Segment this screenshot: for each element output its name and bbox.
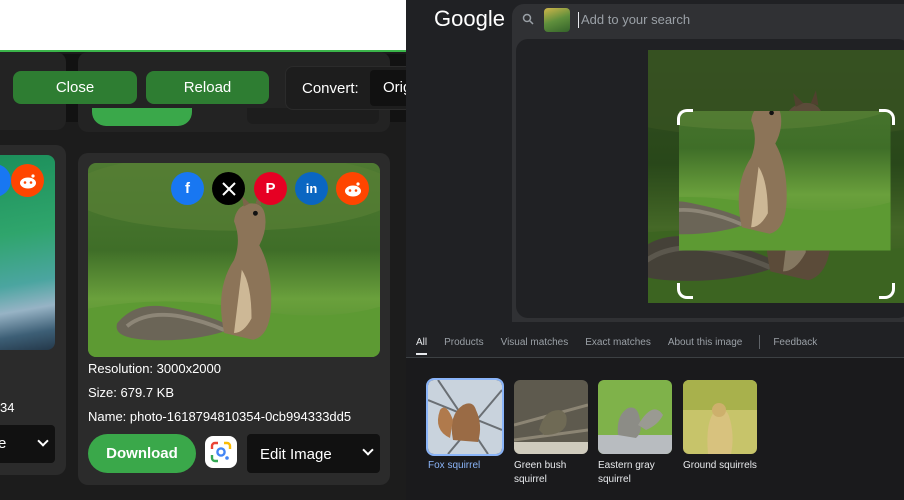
- pinterest-share-icon[interactable]: P: [254, 172, 287, 205]
- edit-image-select[interactable]: Edit Image: [247, 434, 380, 473]
- convert-select[interactable]: Orig: [370, 70, 406, 106]
- google-lens-icon: [210, 441, 232, 463]
- match-thumbnail: [426, 378, 504, 456]
- image-size: Size: 679.7 KB: [88, 385, 174, 400]
- tab-products[interactable]: Products: [444, 337, 483, 348]
- left-card-info: 34: [0, 400, 15, 415]
- image-name: Name: photo-1618794810354-0cb994333dd5: [88, 409, 352, 424]
- search-input[interactable]: Add to your search: [578, 12, 690, 28]
- results-tabs: All Products Visual matches Exact matche…: [416, 332, 834, 355]
- match-label: Green bush squirrel: [514, 460, 567, 485]
- match-thumbnail: [514, 380, 588, 454]
- tab-all[interactable]: All: [416, 337, 428, 355]
- google-logo[interactable]: Google: [434, 6, 505, 32]
- previous-edit-select[interactable]: [247, 108, 379, 124]
- header-area: [0, 0, 406, 52]
- chevron-down-icon: [37, 435, 49, 447]
- facebook-share-icon[interactable]: f: [171, 172, 204, 205]
- match-item-green-bush-squirrel[interactable]: Green bush squirrel: [514, 380, 588, 487]
- match-item-eastern-gray-squirrel[interactable]: Eastern gray squirrel: [598, 380, 672, 487]
- x-share-icon[interactable]: [212, 172, 245, 205]
- tab-exact-matches[interactable]: Exact matches: [585, 337, 651, 348]
- match-item-fox-squirrel[interactable]: Fox squirrel: [426, 378, 504, 473]
- tab-visual-matches[interactable]: Visual matches: [501, 337, 569, 348]
- convert-label: Convert:: [302, 80, 359, 97]
- match-label: Eastern gray squirrel: [598, 460, 655, 485]
- download-button[interactable]: Download: [88, 434, 196, 473]
- gallery-panel: Close Reload Convert: Orig f 34 e f P in…: [0, 0, 406, 500]
- search-image-thumbnail[interactable]: [544, 8, 570, 32]
- tab-divider: [759, 335, 761, 349]
- match-thumbnail: [598, 380, 672, 454]
- match-item-ground-squirrels[interactable]: Ground squirrels: [683, 380, 757, 473]
- left-card-select[interactable]: e: [0, 425, 55, 463]
- image-resolution: Resolution: 3000x2000: [88, 361, 221, 376]
- left-select-value: e: [0, 435, 7, 452]
- match-label: Fox squirrel: [428, 460, 481, 471]
- tab-about-this-image[interactable]: About this image: [668, 337, 743, 348]
- close-button[interactable]: Close: [13, 71, 137, 104]
- tab-feedback[interactable]: Feedback: [773, 337, 817, 348]
- reddit-share-icon[interactable]: [336, 172, 369, 205]
- reload-button[interactable]: Reload: [146, 71, 269, 104]
- google-lens-button[interactable]: [205, 436, 237, 468]
- chevron-down-icon: [362, 444, 374, 456]
- crop-handle-top-left[interactable]: [677, 109, 693, 125]
- reddit-share-icon-left[interactable]: [11, 164, 44, 197]
- edit-select-value: Edit Image: [260, 446, 332, 463]
- search-bar[interactable]: [512, 4, 904, 36]
- search-icon[interactable]: [522, 13, 534, 25]
- match-thumbnail: [683, 380, 757, 454]
- google-lens-panel: Google Add to your search All Products V…: [406, 0, 904, 500]
- match-label: Ground squirrels: [683, 460, 757, 471]
- lens-crop-selection[interactable]: [679, 111, 893, 297]
- linkedin-share-icon[interactable]: in: [295, 172, 328, 205]
- previous-download-button[interactable]: [92, 108, 192, 126]
